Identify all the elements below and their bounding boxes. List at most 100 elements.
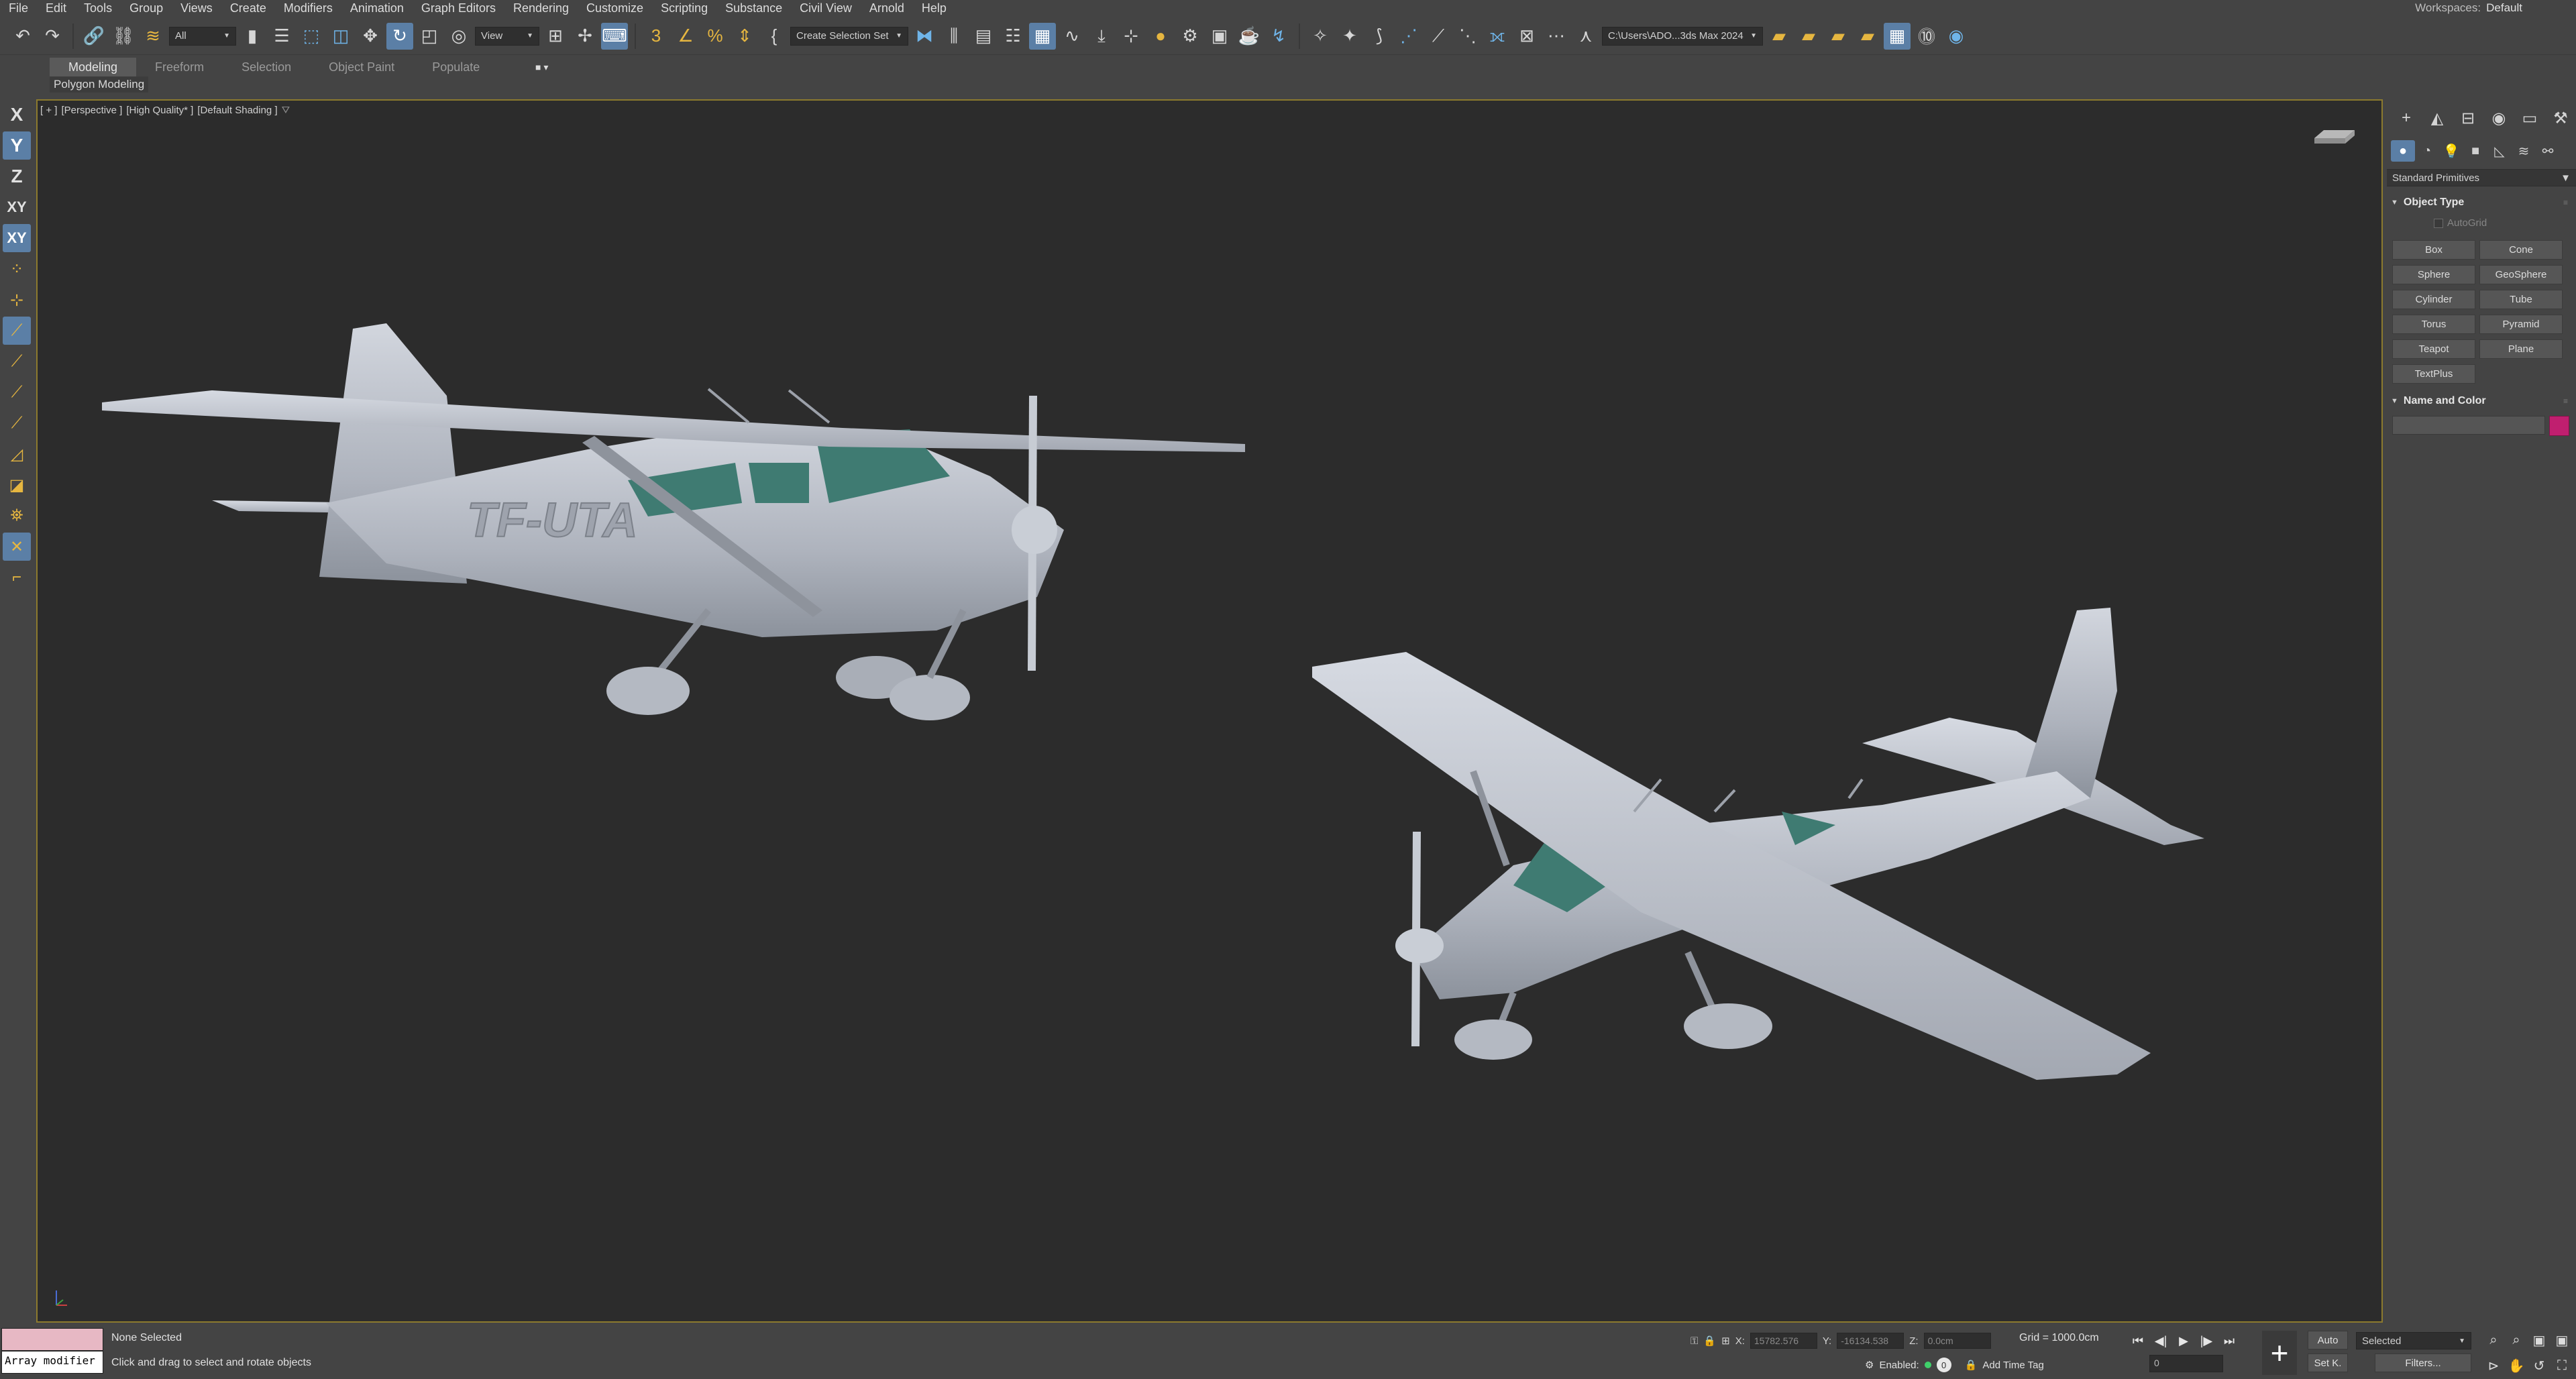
more-options-icon[interactable]: ⋯ xyxy=(1543,23,1570,50)
object-color-swatch[interactable] xyxy=(2549,416,2569,436)
sphere-button[interactable]: Sphere xyxy=(2392,265,2475,284)
arnold-tool-3-icon[interactable]: ⟆ xyxy=(1366,23,1393,50)
shapes-icon[interactable]: ◔ xyxy=(2415,140,2439,162)
select-and-scale-icon[interactable]: ◰ xyxy=(416,23,443,50)
airplane-left[interactable]: TF-UTA xyxy=(102,323,1245,720)
cameras-icon[interactable]: ■ xyxy=(2463,140,2487,162)
snap-edge-icon[interactable]: ⟋ xyxy=(3,347,31,376)
ribbon-options-icon[interactable]: ■ ▾ xyxy=(535,62,548,73)
viewport-quality-menu[interactable]: [High Quality* ] xyxy=(126,105,193,116)
current-frame-field[interactable]: 0 xyxy=(2149,1355,2223,1372)
snap-midpoint-icon[interactable]: ⟋ xyxy=(3,409,31,437)
plane-button[interactable]: Plane xyxy=(2479,339,2563,359)
absolute-mode-icon[interactable]: ⊞ xyxy=(1721,1335,1730,1347)
airplane-models[interactable]: TF-UTA xyxy=(38,101,2381,1321)
modify-tab-icon[interactable]: ◭ xyxy=(2423,106,2451,130)
field-of-view-icon[interactable]: ⊳ xyxy=(2488,1358,2500,1374)
x-coordinate-field[interactable]: 15782.576 xyxy=(1750,1333,1817,1349)
polygon-modeling-panel[interactable]: Polygon Modeling xyxy=(50,76,149,93)
y-coordinate-field[interactable]: -16134.538 xyxy=(1837,1333,1904,1349)
render-in-cloud-icon[interactable]: ↯ xyxy=(1265,23,1292,50)
adaptive-degradation-icon[interactable]: ⚙ xyxy=(1865,1359,1874,1371)
menu-group[interactable]: Group xyxy=(121,1,172,15)
utilities-tab-icon[interactable]: ⚒ xyxy=(2546,106,2575,130)
play-icon[interactable]: ▶ xyxy=(2174,1331,2194,1351)
rollout-pin-icon[interactable]: ≡ xyxy=(2563,396,2568,406)
create-tab-icon[interactable]: + xyxy=(2392,106,2420,130)
render-setup-icon[interactable]: ⚙ xyxy=(1177,23,1203,50)
viewport-shading-menu[interactable]: [Default Shading ] xyxy=(197,105,277,116)
scene-explorer-icon[interactable]: ▤ xyxy=(970,23,997,50)
geosphere-button[interactable]: GeoSphere xyxy=(2479,265,2563,284)
go-to-end-icon[interactable]: ⏭ xyxy=(2219,1331,2239,1351)
tab-populate[interactable]: Populate xyxy=(413,58,498,76)
primitive-category-dropdown[interactable]: Standard Primitives ▼ xyxy=(2387,169,2576,186)
bind-space-warp-icon[interactable]: ≋ xyxy=(140,23,166,50)
snap-axis-constraint-icon[interactable]: ✕ xyxy=(3,533,31,561)
select-manipulate-icon[interactable]: ✢ xyxy=(572,23,598,50)
spinner-snap-icon[interactable]: ⇕ xyxy=(731,23,758,50)
angle-snap-icon[interactable]: ∠ xyxy=(672,23,699,50)
layer-explorer-icon[interactable]: ☷ xyxy=(1000,23,1026,50)
menu-create[interactable]: Create xyxy=(221,1,275,15)
project-folder-dropdown[interactable]: C:\Users\ADO...3ds Max 2024 ▼ xyxy=(1602,26,1763,46)
menu-edit[interactable]: Edit xyxy=(37,1,75,15)
cone-button[interactable]: Cone xyxy=(2479,240,2563,260)
link-icon[interactable]: 🔗 xyxy=(80,23,107,50)
tab-modeling[interactable]: Modeling xyxy=(50,58,137,76)
menu-customize[interactable]: Customize xyxy=(578,1,652,15)
maxscript-output[interactable]: Array modifier xyxy=(1,1351,103,1374)
align-icon[interactable]: ⫼ xyxy=(941,23,967,50)
selection-filter-dropdown[interactable]: All ▼ xyxy=(169,26,236,46)
select-and-move-icon[interactable]: ✥ xyxy=(357,23,384,50)
pivot-center-icon[interactable]: ⊞ xyxy=(542,23,569,50)
lights-icon[interactable]: 💡 xyxy=(2439,140,2463,162)
ik-tool-icon[interactable]: ⋏ xyxy=(1572,23,1599,50)
snap-face-icon[interactable]: ◿ xyxy=(3,440,31,468)
torus-button[interactable]: Torus xyxy=(2392,315,2475,334)
previous-frame-icon[interactable]: ◀| xyxy=(2151,1331,2171,1351)
menu-arnold[interactable]: Arnold xyxy=(861,1,913,15)
ribbon-toggle-icon[interactable]: ▦ xyxy=(1029,22,1056,50)
arnold-tool-4-icon[interactable]: ⋰ xyxy=(1395,23,1422,50)
display-tab-icon[interactable]: ▭ xyxy=(2516,106,2544,130)
named-selection-set-dropdown[interactable]: Create Selection Set ▼ xyxy=(790,26,908,46)
menu-rendering[interactable]: Rendering xyxy=(504,1,578,15)
redo-icon[interactable]: ↷ xyxy=(39,23,66,50)
enabled-indicator[interactable] xyxy=(1924,1362,1931,1368)
enabled-count[interactable]: 0 xyxy=(1936,1358,1951,1372)
open-project-icon[interactable]: ▰ xyxy=(1766,23,1792,50)
maximize-viewport-icon[interactable]: ⛶ xyxy=(2557,1358,2567,1374)
maxscript-input[interactable] xyxy=(1,1328,103,1351)
constrain-xy-button[interactable]: XY xyxy=(3,193,31,221)
tab-freeform[interactable]: Freeform xyxy=(136,58,223,76)
filter-icon[interactable]: ⛛ xyxy=(282,105,290,116)
auto-key-button[interactable]: Auto xyxy=(2308,1331,2348,1349)
project-folder-icon[interactable]: ▰ xyxy=(1795,23,1822,50)
key-filters-button[interactable]: Filters... xyxy=(2375,1354,2471,1372)
arnold-tool-7-icon[interactable]: ⟗ xyxy=(1484,23,1511,50)
dope-sheet-icon[interactable]: ⤓ xyxy=(1088,23,1115,50)
edit-named-selection-icon[interactable]: { xyxy=(761,23,788,50)
arnold-tool-2-icon[interactable]: ✦ xyxy=(1336,23,1363,50)
z-coordinate-field[interactable]: 0.0cm xyxy=(1923,1333,1991,1349)
constrain-z-button[interactable]: Z xyxy=(3,162,31,190)
curve-editor-icon[interactable]: ∿ xyxy=(1059,23,1085,50)
select-and-rotate-icon[interactable]: ↻ xyxy=(386,22,413,50)
snap-vertex-icon[interactable]: ⟋ xyxy=(3,317,31,345)
workspace-value[interactable]: Default xyxy=(2486,1,2522,15)
unlink-icon[interactable]: ⛓ xyxy=(110,23,137,50)
project-settings-icon[interactable]: ▰ xyxy=(1854,23,1881,50)
viewport-point-of-view-menu[interactable]: [Perspective ] xyxy=(61,105,122,116)
rendered-frame-window-icon[interactable]: ▣ xyxy=(1206,23,1233,50)
snap-toggle-icon[interactable]: ⛯ xyxy=(3,502,31,530)
menu-graph-editors[interactable]: Graph Editors xyxy=(413,1,504,15)
hierarchy-tab-icon[interactable]: ⊟ xyxy=(2454,106,2482,130)
material-editor-icon[interactable]: ● xyxy=(1147,23,1174,50)
pyramid-button[interactable]: Pyramid xyxy=(2479,315,2563,334)
zoom-all-icon[interactable]: ⌕ xyxy=(2512,1333,2520,1348)
airplane-right[interactable] xyxy=(1312,608,2204,1080)
go-to-start-icon[interactable]: ⏮ xyxy=(2128,1331,2148,1351)
geometry-icon[interactable]: ● xyxy=(2391,140,2415,162)
pan-icon[interactable]: ✋ xyxy=(2508,1358,2525,1374)
